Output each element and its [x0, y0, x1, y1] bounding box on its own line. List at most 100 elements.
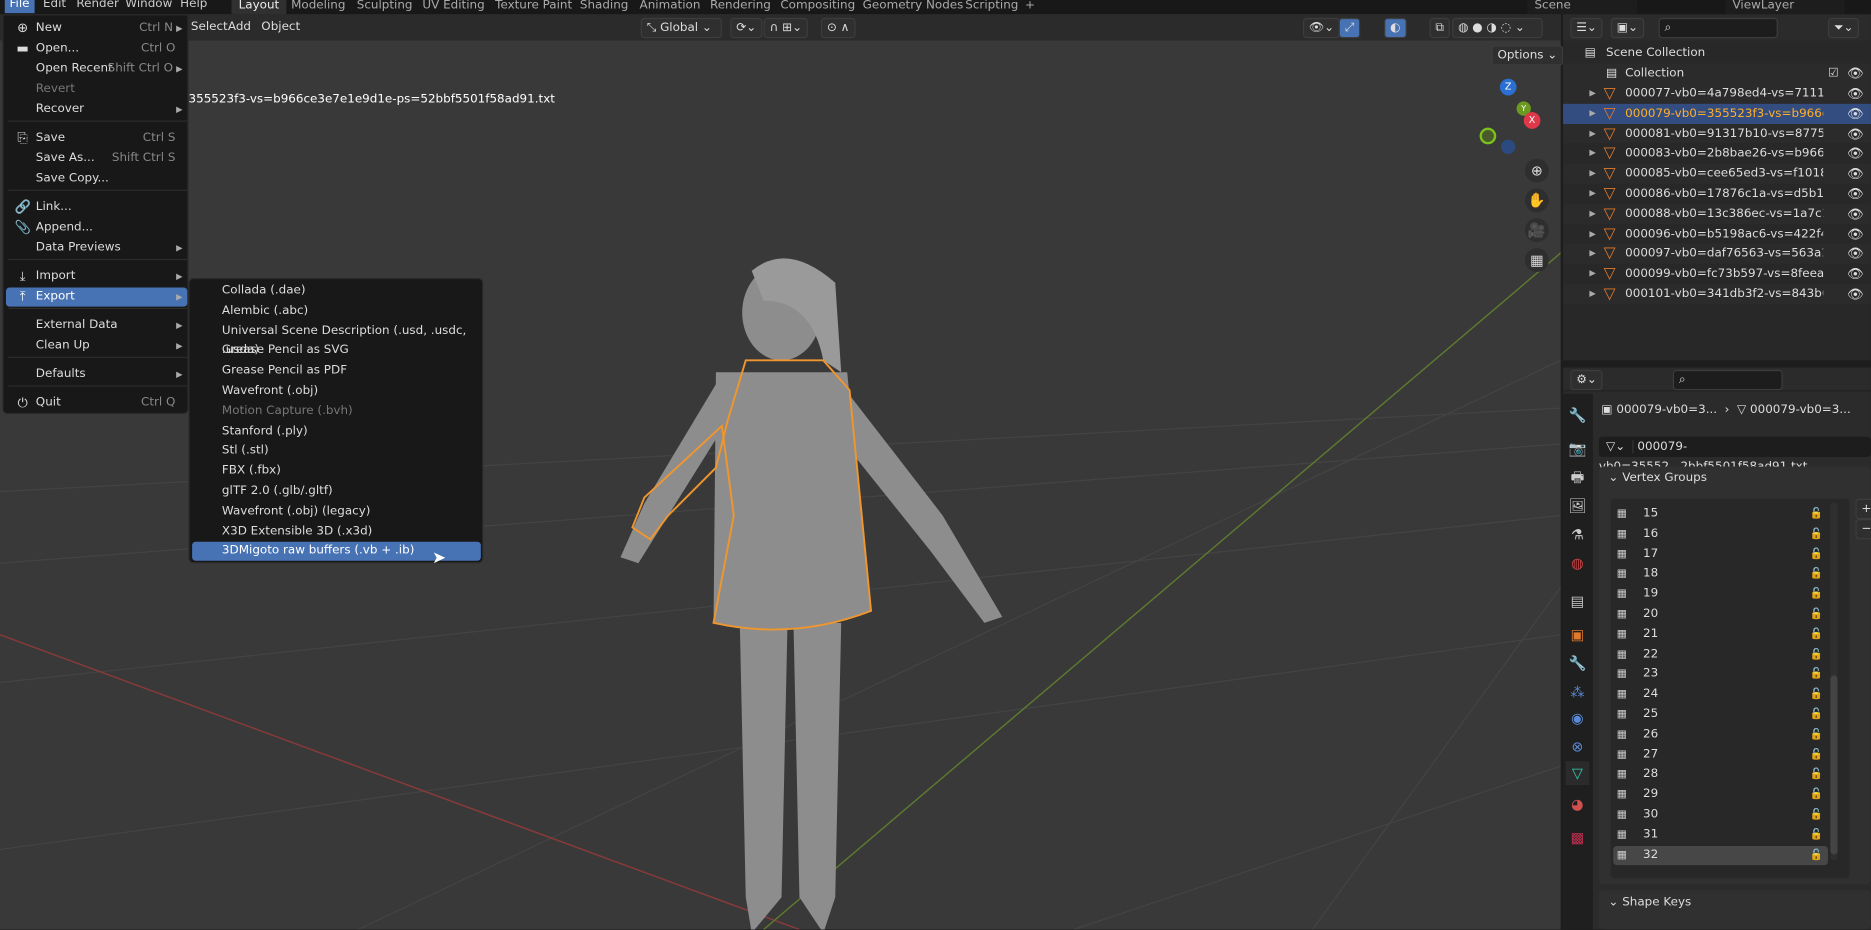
gizmo-z[interactable]: Z — [1499, 78, 1517, 96]
export-item[interactable]: X3D Extensible 3D (.x3d) — [192, 522, 481, 541]
vertex-group-item[interactable]: ▦ 18 🔓 — [1613, 565, 1828, 584]
camera-icon[interactable]: 🎥 — [1524, 218, 1549, 243]
file-menu-item-open[interactable]: ▬ Open... Ctrl O — [6, 39, 187, 58]
outliner-object-row[interactable]: ▶ ▽ 000099-vb0=fc73b597-vs=8feeadb30 👁 — [1563, 263, 1871, 285]
unlock-icon[interactable]: 🔓 — [1810, 525, 1823, 544]
vertex-group-item[interactable]: ▦ 28 🔓 — [1613, 765, 1828, 784]
export-item[interactable]: Stanford (.ply) — [192, 422, 481, 441]
export-item[interactable]: Collada (.dae) — [192, 282, 481, 301]
world-icon[interactable]: ◍ — [1565, 551, 1589, 575]
outliner-object-row[interactable]: ▶ ▽ 000081-vb0=91317b10-vs=87753c8 👁 — [1563, 123, 1871, 144]
vertex-groups-header[interactable]: ⌄ Vertex Groups — [1608, 471, 1706, 484]
eye-icon[interactable]: 👁 — [1847, 244, 1864, 264]
snap-toggle[interactable]: ∩ ⊞⌄ — [763, 17, 809, 39]
file-menu-item-revert[interactable]: Revert — [6, 80, 187, 99]
expand-arrow-icon[interactable]: ▶ — [1589, 164, 1595, 184]
unlock-icon[interactable]: 🔓 — [1810, 625, 1823, 644]
outliner-search-input[interactable]: ⌕ — [1658, 17, 1778, 39]
outliner-object-row[interactable]: ▶ ▽ 000077-vb0=4a798ed4-vs=7111d7c 👁 — [1563, 83, 1871, 104]
vertex-group-item[interactable]: ▦ 25 🔓 — [1613, 705, 1828, 724]
unlock-icon[interactable]: 🔓 — [1810, 565, 1823, 584]
shading-modes[interactable]: ◍ ● ◑ ◌ ⌄ — [1452, 17, 1543, 39]
vertex-group-item[interactable]: ▦ 26 🔓 — [1613, 725, 1828, 744]
particles-icon[interactable]: ⁂ — [1565, 680, 1589, 704]
options-dropdown[interactable]: Options ⌄ — [1491, 45, 1564, 66]
shape-keys-header[interactable]: ⌄ Shape Keys — [1608, 896, 1691, 909]
export-item[interactable]: glTF 2.0 (.glb/.gltf) — [192, 482, 481, 501]
remove-vertex-group-button[interactable]: − — [1855, 519, 1871, 540]
list-scrollbar[interactable] — [1830, 502, 1838, 861]
proportional-edit-toggle[interactable]: ⊙ ∧ — [820, 17, 856, 39]
export-item[interactable]: Stl (.stl) — [192, 442, 481, 461]
tab-texture-paint[interactable]: Texture Paint — [488, 0, 579, 14]
unlock-icon[interactable]: 🔓 — [1810, 765, 1823, 784]
scene-icon[interactable]: ⚗ — [1565, 523, 1589, 547]
tool-icon[interactable]: 🔧 — [1565, 403, 1589, 427]
expand-arrow-icon[interactable]: ▶ — [1589, 84, 1595, 104]
file-menu-item-external-data[interactable]: External Data ▶ — [6, 316, 187, 335]
gizmo-x[interactable]: X — [1523, 112, 1541, 129]
eye-icon[interactable]: 👁 — [1847, 184, 1864, 204]
visibility-dropdown[interactable]: 👁⌄ — [1302, 17, 1341, 39]
tab-rendering[interactable]: Rendering — [703, 0, 778, 14]
eye-icon[interactable]: 👁 — [1847, 164, 1864, 184]
unlock-icon[interactable]: 🔓 — [1810, 745, 1823, 764]
outliner-scene-collection[interactable]: ▤ Scene Collection — [1563, 42, 1871, 64]
unlock-icon[interactable]: 🔓 — [1810, 665, 1823, 684]
menu-file[interactable]: File — [4, 0, 35, 14]
file-menu-item-quit[interactable]: ⏻ Quit Ctrl Q — [6, 394, 187, 413]
vertex-group-item[interactable]: ▦ 16 🔓 — [1613, 525, 1828, 544]
menu-object[interactable]: Object — [261, 20, 300, 33]
export-item[interactable]: Wavefront (.obj) (legacy) — [192, 502, 481, 521]
hand-pan-icon[interactable]: ✋ — [1524, 188, 1549, 213]
vertex-group-item[interactable]: ▦ 15 🔓 — [1613, 505, 1828, 524]
expand-arrow-icon[interactable]: ▶ — [1589, 204, 1595, 224]
pivot-dropdown[interactable]: ⟳⌄ — [730, 17, 763, 39]
vertex-group-item[interactable]: ▦ 32 🔓 — [1613, 845, 1828, 865]
eye-icon[interactable]: 👁 — [1847, 224, 1864, 244]
unlock-icon[interactable]: 🔓 — [1810, 785, 1823, 804]
menu-help[interactable]: Help — [175, 0, 212, 13]
file-menu-item-append[interactable]: 📎 Append... — [6, 218, 187, 237]
add-vertex-group-button[interactable]: + — [1855, 498, 1871, 520]
eye-icon[interactable]: 👁 — [1847, 84, 1864, 104]
file-menu-item-import[interactable]: ⤓ Import ▶ — [6, 267, 187, 286]
expand-arrow-icon[interactable]: ▶ — [1589, 144, 1595, 164]
view-layer-icon[interactable]: 🖼 — [1565, 494, 1589, 518]
add-workspace-button[interactable]: + — [1018, 0, 1042, 14]
gizmo-neg-y[interactable] — [1479, 127, 1497, 145]
outliner-object-row[interactable]: ▶ ▽ 000086-vb0=17876c1a-vs=d5b17d9 👁 — [1563, 183, 1871, 205]
vertex-group-item[interactable]: ▦ 17 🔓 — [1613, 545, 1828, 564]
outliner-object-row[interactable]: ▶ ▽ 000079-vb0=355523f3-vs=b966ce3e 👁 — [1563, 103, 1871, 124]
transform-orientation-dropdown[interactable]: ⤡ Global ⌄ — [640, 17, 722, 39]
display-mode-dropdown[interactable]: ☰⌄ — [1570, 17, 1603, 39]
file-menu-item-clean-up[interactable]: Clean Up ▶ — [6, 336, 187, 355]
outliner-object-row[interactable]: ▶ ▽ 000088-vb0=13c386ec-vs=1a7c191 👁 — [1563, 203, 1871, 225]
tab-animation[interactable]: Animation — [632, 0, 707, 14]
tab-compositing[interactable]: Compositing — [773, 0, 862, 14]
export-item[interactable]: Motion Capture (.bvh) — [192, 402, 481, 421]
file-menu-item-save-as[interactable]: Save As... Shift Ctrl S — [6, 149, 187, 168]
output-icon[interactable]: 🖶 — [1565, 465, 1589, 489]
file-menu-item-data-previews[interactable]: Data Previews ▶ — [6, 239, 187, 258]
file-menu-item-new[interactable]: ⊕ New Ctrl N ▶ — [6, 19, 187, 38]
mesh-data-icon[interactable]: ▽ — [1565, 761, 1590, 786]
unlock-icon[interactable]: 🔓 — [1810, 685, 1823, 704]
material-icon[interactable]: ◕ — [1565, 792, 1589, 816]
unlock-icon[interactable]: 🔓 — [1810, 605, 1823, 624]
tab-layout[interactable]: Layout — [231, 0, 287, 15]
vertex-group-item[interactable]: ▦ 24 🔓 — [1613, 685, 1828, 704]
properties-search-input[interactable]: ⌕ — [1672, 369, 1783, 391]
unlock-icon[interactable]: 🔓 — [1810, 805, 1823, 824]
unlock-icon[interactable]: 🔓 — [1810, 705, 1823, 724]
file-menu-item-recover[interactable]: Recover ▶ — [6, 100, 187, 119]
eye-icon[interactable]: 👁 — [1847, 63, 1864, 83]
object-icon[interactable]: ▣ — [1565, 623, 1589, 647]
unlock-icon[interactable]: 🔓 — [1810, 825, 1823, 844]
vertex-group-item[interactable]: ▦ 30 🔓 — [1613, 805, 1828, 824]
filter-dropdown[interactable]: ⏷⌄ — [1827, 17, 1860, 39]
mesh-browse-icon[interactable]: ▽⌄ — [1598, 440, 1634, 454]
expand-arrow-icon[interactable]: ▶ — [1589, 184, 1595, 204]
tab-sculpting[interactable]: Sculpting — [350, 0, 420, 14]
view-filter-dropdown[interactable]: ▣⌄ — [1610, 17, 1645, 39]
